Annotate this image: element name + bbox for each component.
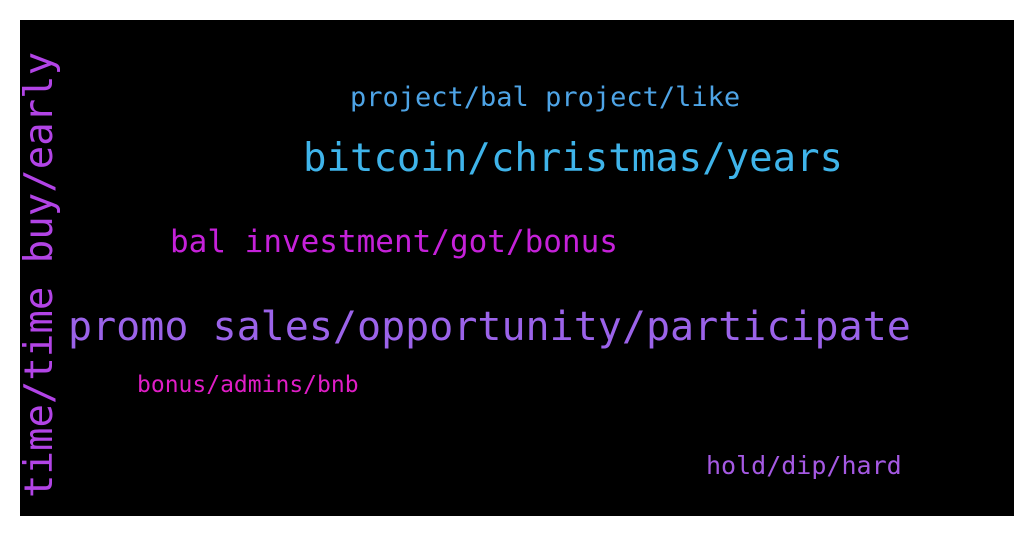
word-promo-sales-opportunity-participate: promo sales/opportunity/participate	[68, 304, 911, 350]
word-cloud-canvas: project/bal project/like bitcoin/christm…	[20, 20, 1014, 516]
word-time-time-buy-early: time/time buy/early	[20, 51, 62, 498]
word-project-bal-project-like: project/bal project/like	[350, 82, 741, 113]
word-bonus-admins-bnb: bonus/admins/bnb	[137, 372, 359, 398]
word-hold-dip-hard: hold/dip/hard	[706, 451, 902, 480]
word-bitcoin-christmas-years: bitcoin/christmas/years	[303, 136, 844, 181]
word-bal-investment-got-bonus: bal investment/got/bonus	[170, 224, 618, 260]
